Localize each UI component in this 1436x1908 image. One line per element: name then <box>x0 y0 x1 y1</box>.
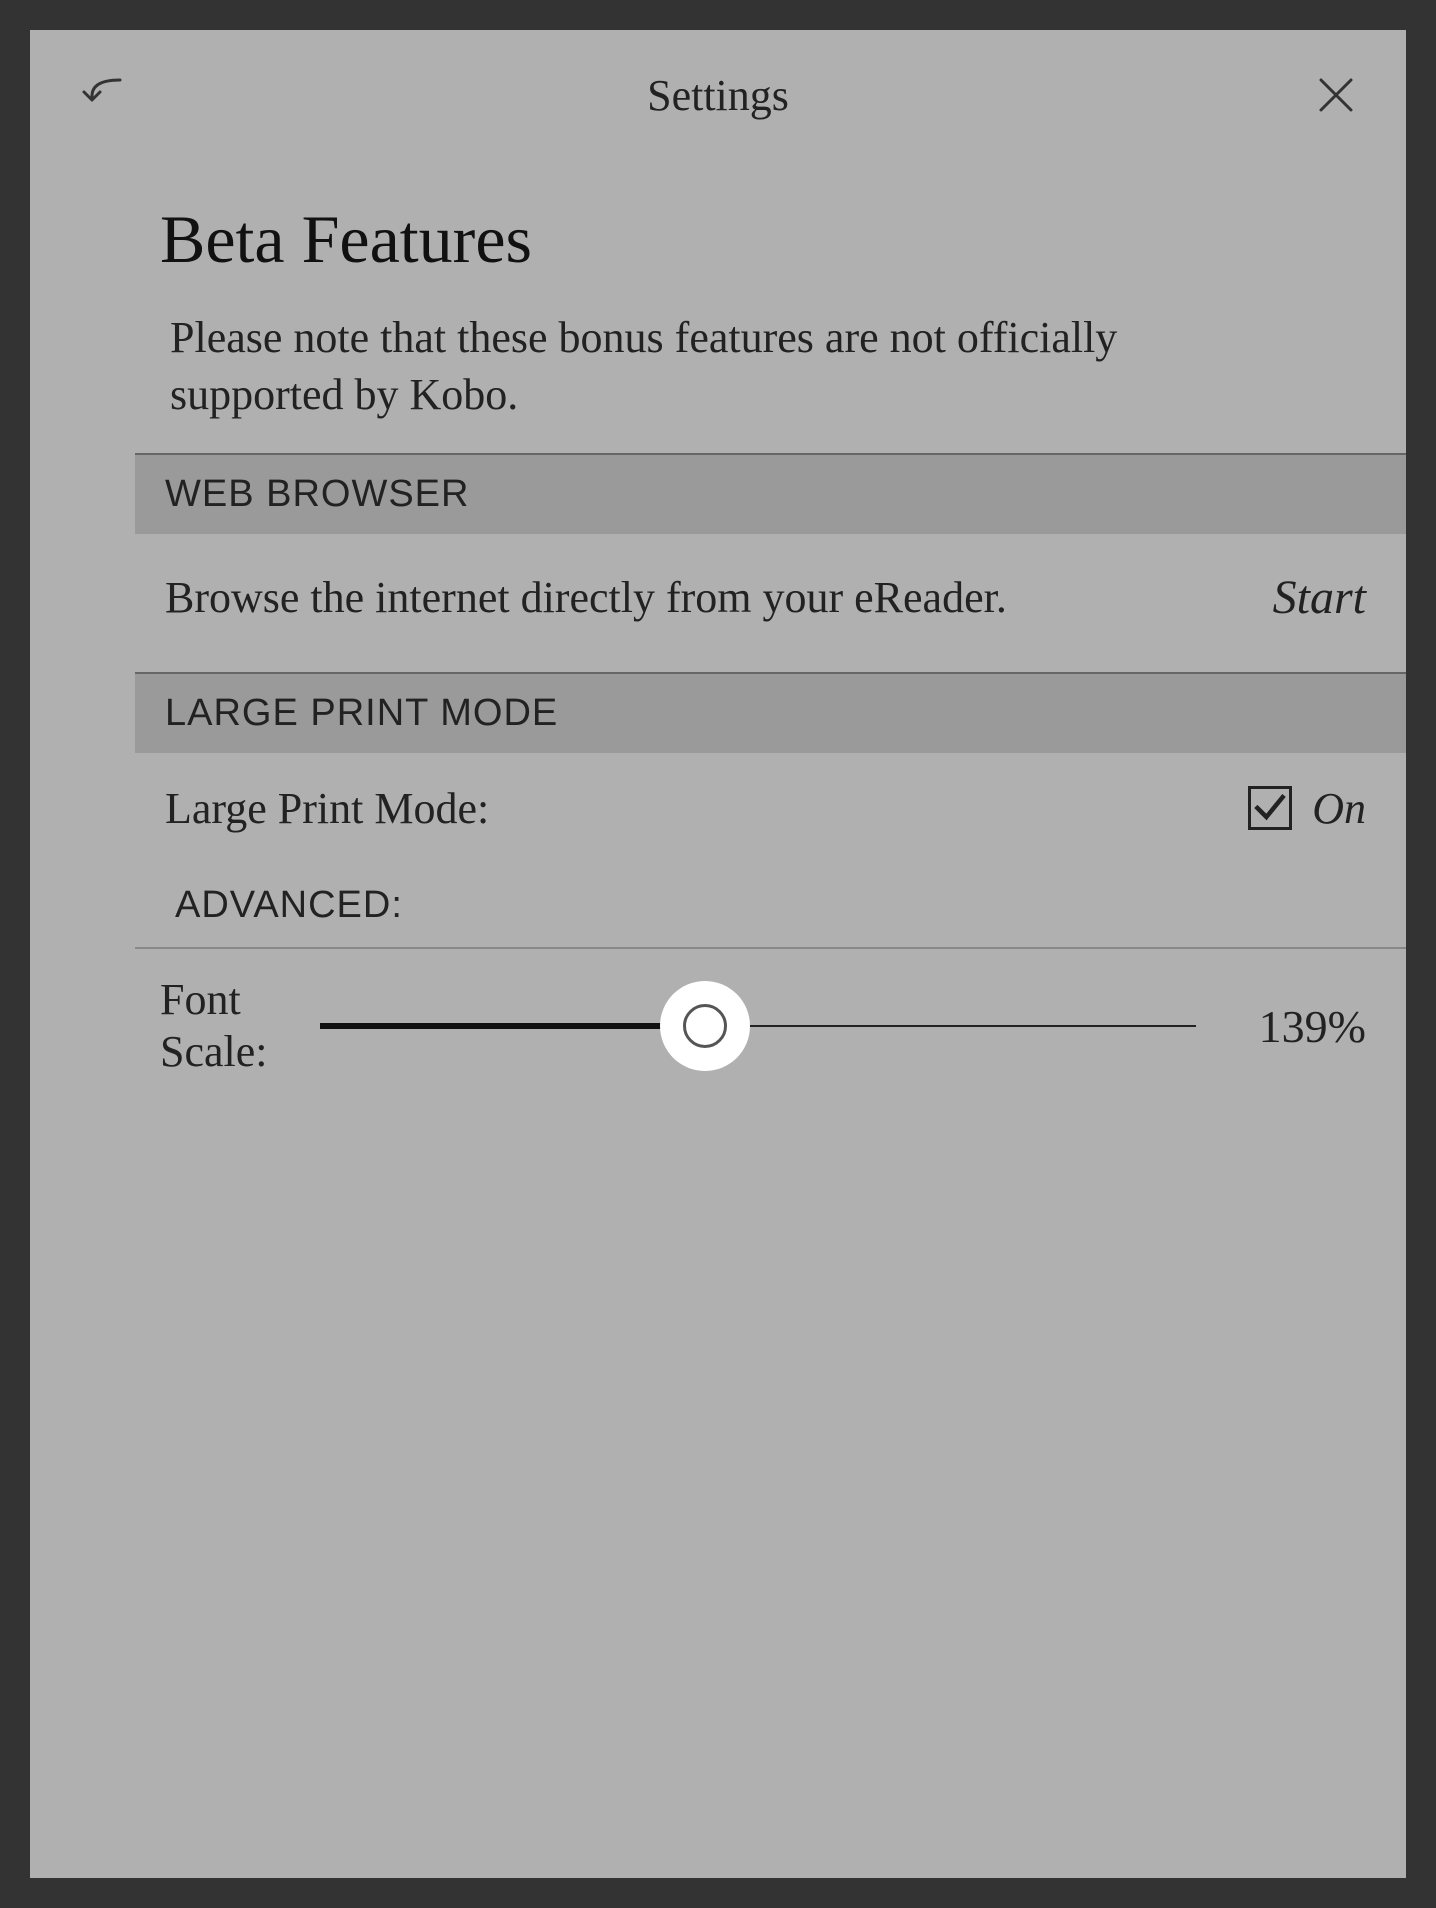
content-area: Beta Features Please note that these bon… <box>30 140 1406 1104</box>
header-bar: Settings <box>30 30 1406 140</box>
font-scale-value: 139% <box>1226 1000 1366 1053</box>
back-icon[interactable] <box>80 70 130 120</box>
large-print-state: On <box>1312 783 1366 834</box>
section-header-large-print: LARGE PRINT MODE <box>135 672 1406 753</box>
large-print-checkbox[interactable] <box>1248 786 1292 830</box>
page-title: Beta Features <box>30 200 1406 309</box>
header-title: Settings <box>647 70 789 121</box>
start-button[interactable]: Start <box>1273 570 1366 625</box>
font-scale-label: Font Scale: <box>160 974 290 1080</box>
settings-screen: Settings Beta Features Please note that … <box>30 30 1406 1878</box>
slider-track-filled <box>320 1023 705 1029</box>
font-scale-row: Font Scale: 139% <box>135 949 1406 1105</box>
slider-thumb[interactable] <box>660 981 750 1071</box>
large-print-toggle-control: On <box>1248 783 1366 834</box>
font-scale-slider[interactable] <box>320 991 1196 1061</box>
slider-thumb-inner <box>683 1004 727 1048</box>
close-icon[interactable] <box>1316 75 1356 115</box>
large-print-toggle-row: Large Print Mode: On <box>135 753 1406 864</box>
section-body-web-browser: Browse the internet directly from your e… <box>135 534 1406 671</box>
large-print-label: Large Print Mode: <box>165 783 489 834</box>
web-browser-description: Browse the internet directly from your e… <box>165 569 1233 626</box>
section-header-web-browser: WEB BROWSER <box>135 453 1406 534</box>
page-subtitle: Please note that these bonus features ar… <box>30 309 1406 453</box>
advanced-label: ADVANCED: <box>135 864 1406 947</box>
sections-container: WEB BROWSER Browse the internet directly… <box>30 453 1406 1104</box>
